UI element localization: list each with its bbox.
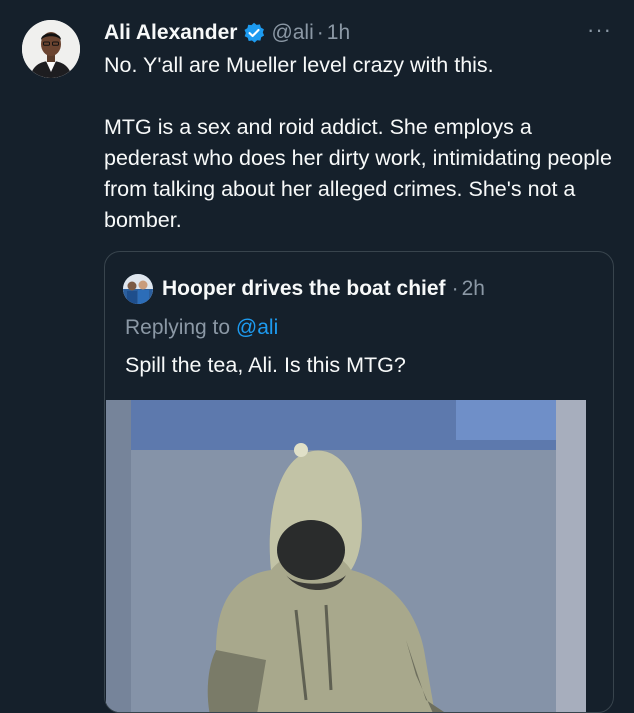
replying-to-handle[interactable]: @ali <box>236 316 278 339</box>
author-name[interactable]: Ali Alexander <box>104 21 237 45</box>
more-options-icon[interactable]: ··· <box>587 19 612 41</box>
time-separator: · <box>316 21 324 44</box>
author-handle[interactable]: @ali <box>271 21 313 45</box>
replying-to-label: Replying to <box>125 316 231 339</box>
author-avatar[interactable] <box>22 20 80 78</box>
quoted-author-name[interactable]: Hooper drives the boat chief <box>162 277 446 301</box>
replying-to-line: Replying to @ali <box>125 316 278 340</box>
quoted-time-separator: · <box>451 277 459 300</box>
quoted-author-avatar[interactable] <box>123 274 153 304</box>
tweet: Ali Alexander @ali · 1h ··· No. Y'all ar… <box>0 0 634 713</box>
quoted-tweet-text: Spill the tea, Ali. Is this MTG? <box>125 353 406 377</box>
verified-badge-icon <box>243 22 265 44</box>
tweet-paragraph-2: MTG is a sex and roid addict. She employ… <box>104 115 612 232</box>
quoted-tweet-timestamp[interactable]: 2h <box>462 277 485 301</box>
tweet-paragraph-1: No. Y'all are Mueller level crazy with t… <box>104 53 494 77</box>
tweet-timestamp[interactable]: 1h <box>327 21 350 45</box>
quoted-tweet-header: Hooper drives the boat chief · 2h <box>123 272 485 306</box>
quoted-tweet-photo[interactable] <box>106 400 586 712</box>
tweet-header: Ali Alexander @ali · 1h <box>104 19 350 47</box>
tweet-text: No. Y'all are Mueller level crazy with t… <box>104 50 619 236</box>
quoted-tweet[interactable]: Hooper drives the boat chief · 2h Replyi… <box>104 251 614 713</box>
